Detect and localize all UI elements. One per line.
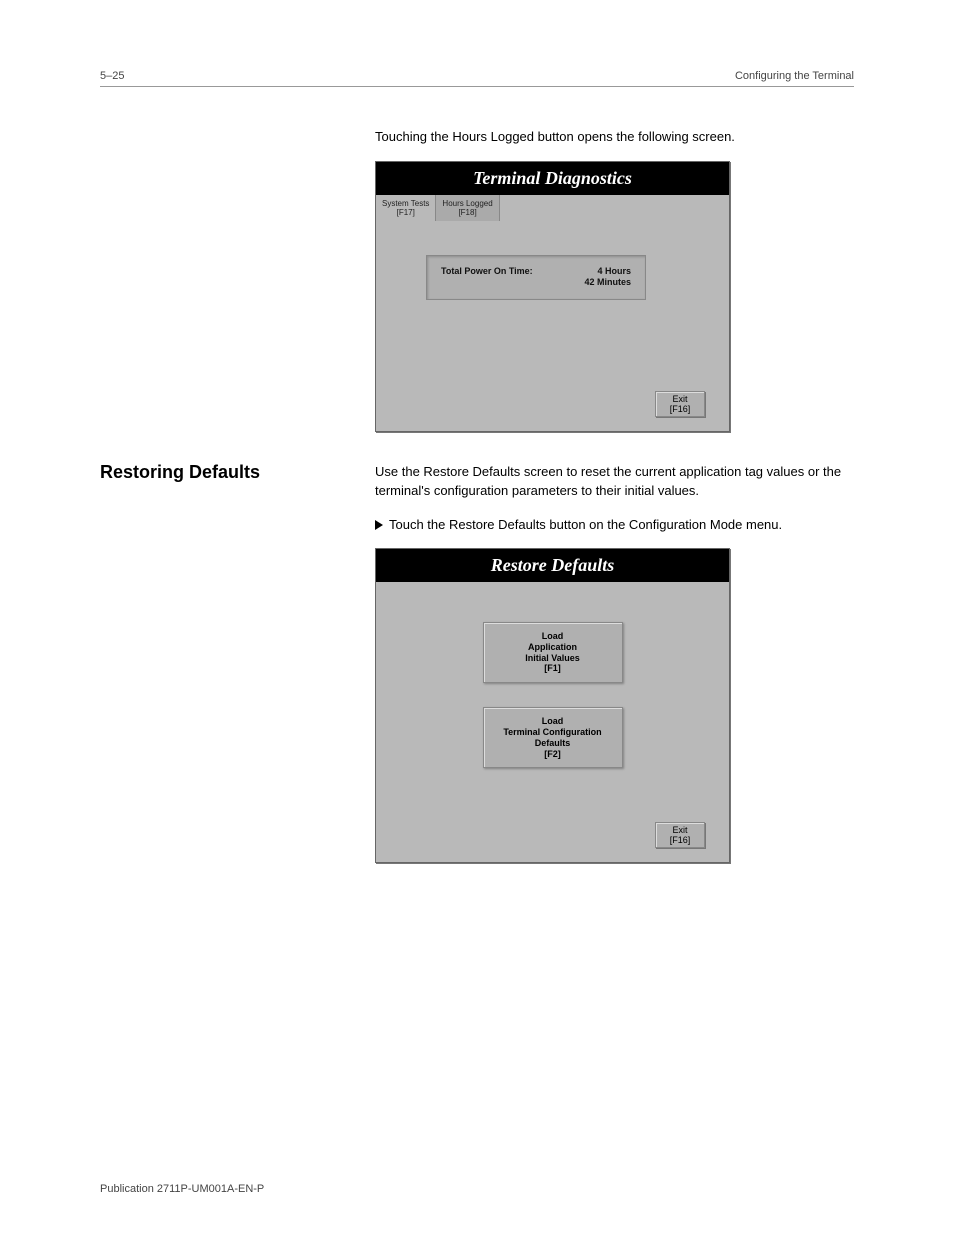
restore-heading: Restoring Defaults (100, 462, 355, 483)
tab-system-tests[interactable]: System Tests [F17] (376, 195, 436, 221)
diag-window-title: Terminal Diagnostics (376, 162, 729, 195)
exit-fkey: [F16] (670, 404, 691, 414)
tab-fkey: [F18] (442, 208, 492, 217)
load-app-initial-values-button[interactable]: Load Application Initial Values [F1] (483, 622, 623, 683)
tab-label: Hours Logged (442, 199, 492, 208)
chapter-title: Configuring the Terminal (735, 70, 854, 82)
restore-defaults-screenshot: Restore Defaults Load Application Initia… (375, 548, 730, 863)
publication-id: Publication 2711P-UM001A-EN-P (100, 1183, 264, 1195)
tab-hours-logged[interactable]: Hours Logged [F18] (436, 195, 499, 221)
restore-intro-text: Use the Restore Defaults screen to reset… (375, 462, 854, 501)
minutes-value: 42 (584, 277, 594, 287)
hours-unit: Hours (605, 266, 631, 276)
load-terminal-config-defaults-button[interactable]: Load Terminal Configuration Defaults [F2… (483, 707, 623, 768)
page-number: 5–25 (100, 70, 124, 82)
exit-label: Exit (672, 394, 687, 404)
terminal-diagnostics-screenshot: Terminal Diagnostics System Tests [F17] … (375, 161, 730, 432)
minutes-unit: Minutes (597, 277, 631, 287)
exit-fkey: [F16] (670, 835, 691, 845)
page-footer: Publication 2711P-UM001A-EN-P (100, 1183, 854, 1195)
page-header: 5–25 Configuring the Terminal (100, 70, 854, 87)
exit-label: Exit (672, 825, 687, 835)
diag-tab-row: System Tests [F17] Hours Logged [F18] (376, 195, 729, 221)
diag-exit-button[interactable]: Exit [F16] (655, 391, 705, 417)
hours-value: 4 (597, 266, 602, 276)
tab-label: System Tests (382, 199, 429, 208)
tab-fkey: [F17] (382, 208, 429, 217)
power-on-time-panel: Total Power On Time: 4 Hours 42 Minutes (426, 255, 646, 300)
power-on-label: Total Power On Time: (441, 266, 533, 289)
restore-window-title: Restore Defaults (376, 549, 729, 582)
diag-intro-text: Touching the Hours Logged button opens t… (375, 127, 854, 147)
restore-step: Touch the Restore Defaults button on the… (375, 515, 854, 535)
step-arrow-icon (375, 520, 383, 530)
restore-exit-button[interactable]: Exit [F16] (655, 822, 705, 848)
